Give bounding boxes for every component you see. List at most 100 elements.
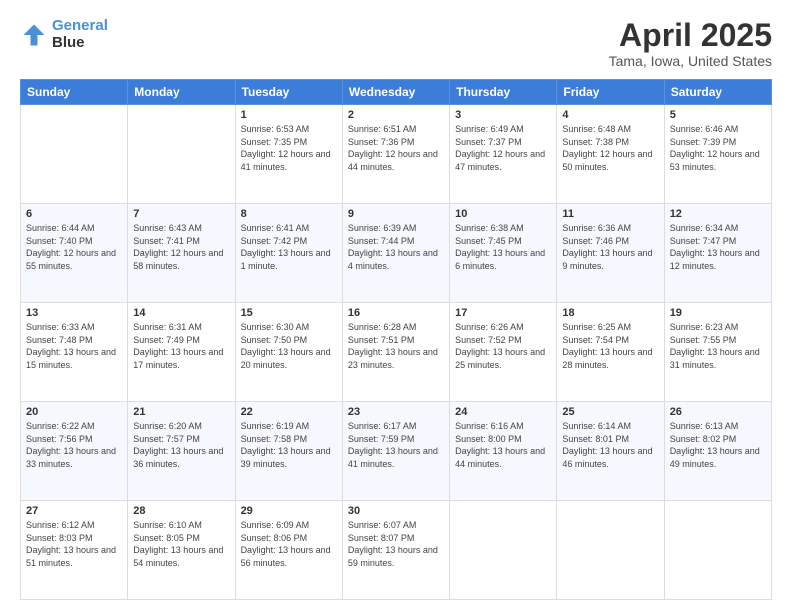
day-info: Sunrise: 6:44 AMSunset: 7:40 PMDaylight:… xyxy=(26,222,122,272)
col-monday: Monday xyxy=(128,80,235,105)
calendar-cell: 4 Sunrise: 6:48 AMSunset: 7:38 PMDayligh… xyxy=(557,105,664,204)
calendar-cell: 20 Sunrise: 6:22 AMSunset: 7:56 PMDaylig… xyxy=(21,402,128,501)
day-info: Sunrise: 6:13 AMSunset: 8:02 PMDaylight:… xyxy=(670,420,766,470)
calendar-cell: 22 Sunrise: 6:19 AMSunset: 7:58 PMDaylig… xyxy=(235,402,342,501)
calendar-week-4: 20 Sunrise: 6:22 AMSunset: 7:56 PMDaylig… xyxy=(21,402,772,501)
day-number: 7 xyxy=(133,208,229,220)
calendar-cell xyxy=(450,501,557,600)
day-info: Sunrise: 6:46 AMSunset: 7:39 PMDaylight:… xyxy=(670,123,766,173)
calendar-cell: 16 Sunrise: 6:28 AMSunset: 7:51 PMDaylig… xyxy=(342,303,449,402)
day-number: 6 xyxy=(26,208,122,220)
calendar-week-1: 1 Sunrise: 6:53 AMSunset: 7:35 PMDayligh… xyxy=(21,105,772,204)
calendar-cell: 27 Sunrise: 6:12 AMSunset: 8:03 PMDaylig… xyxy=(21,501,128,600)
day-info: Sunrise: 6:14 AMSunset: 8:01 PMDaylight:… xyxy=(562,420,658,470)
day-info: Sunrise: 6:33 AMSunset: 7:48 PMDaylight:… xyxy=(26,321,122,371)
day-number: 2 xyxy=(348,109,444,121)
day-info: Sunrise: 6:34 AMSunset: 7:47 PMDaylight:… xyxy=(670,222,766,272)
logo: General Blue xyxy=(20,18,108,51)
day-number: 21 xyxy=(133,406,229,418)
calendar-cell: 30 Sunrise: 6:07 AMSunset: 8:07 PMDaylig… xyxy=(342,501,449,600)
calendar-cell xyxy=(557,501,664,600)
day-number: 4 xyxy=(562,109,658,121)
col-sunday: Sunday xyxy=(21,80,128,105)
calendar-header-row: Sunday Monday Tuesday Wednesday Thursday… xyxy=(21,80,772,105)
day-number: 15 xyxy=(241,307,337,319)
calendar-cell: 10 Sunrise: 6:38 AMSunset: 7:45 PMDaylig… xyxy=(450,204,557,303)
day-info: Sunrise: 6:17 AMSunset: 7:59 PMDaylight:… xyxy=(348,420,444,470)
calendar-week-3: 13 Sunrise: 6:33 AMSunset: 7:48 PMDaylig… xyxy=(21,303,772,402)
day-number: 19 xyxy=(670,307,766,319)
day-info: Sunrise: 6:26 AMSunset: 7:52 PMDaylight:… xyxy=(455,321,551,371)
day-number: 9 xyxy=(348,208,444,220)
calendar-cell: 5 Sunrise: 6:46 AMSunset: 7:39 PMDayligh… xyxy=(664,105,771,204)
day-info: Sunrise: 6:28 AMSunset: 7:51 PMDaylight:… xyxy=(348,321,444,371)
col-thursday: Thursday xyxy=(450,80,557,105)
day-info: Sunrise: 6:53 AMSunset: 7:35 PMDaylight:… xyxy=(241,123,337,173)
calendar-cell: 2 Sunrise: 6:51 AMSunset: 7:36 PMDayligh… xyxy=(342,105,449,204)
day-number: 13 xyxy=(26,307,122,319)
day-number: 22 xyxy=(241,406,337,418)
main-title: April 2025 xyxy=(609,18,772,53)
subtitle: Tama, Iowa, United States xyxy=(609,53,772,69)
calendar-cell: 8 Sunrise: 6:41 AMSunset: 7:42 PMDayligh… xyxy=(235,204,342,303)
day-number: 14 xyxy=(133,307,229,319)
page: General Blue April 2025 Tama, Iowa, Unit… xyxy=(0,0,792,612)
day-info: Sunrise: 6:12 AMSunset: 8:03 PMDaylight:… xyxy=(26,519,122,569)
day-info: Sunrise: 6:16 AMSunset: 8:00 PMDaylight:… xyxy=(455,420,551,470)
col-friday: Friday xyxy=(557,80,664,105)
day-number: 11 xyxy=(562,208,658,220)
calendar-cell: 24 Sunrise: 6:16 AMSunset: 8:00 PMDaylig… xyxy=(450,402,557,501)
calendar-cell: 19 Sunrise: 6:23 AMSunset: 7:55 PMDaylig… xyxy=(664,303,771,402)
calendar-cell: 29 Sunrise: 6:09 AMSunset: 8:06 PMDaylig… xyxy=(235,501,342,600)
day-number: 12 xyxy=(670,208,766,220)
day-number: 25 xyxy=(562,406,658,418)
logo-icon xyxy=(20,21,48,49)
calendar-cell: 7 Sunrise: 6:43 AMSunset: 7:41 PMDayligh… xyxy=(128,204,235,303)
calendar-table: Sunday Monday Tuesday Wednesday Thursday… xyxy=(20,79,772,600)
day-info: Sunrise: 6:19 AMSunset: 7:58 PMDaylight:… xyxy=(241,420,337,470)
calendar-cell: 14 Sunrise: 6:31 AMSunset: 7:49 PMDaylig… xyxy=(128,303,235,402)
calendar-cell: 3 Sunrise: 6:49 AMSunset: 7:37 PMDayligh… xyxy=(450,105,557,204)
calendar-cell: 6 Sunrise: 6:44 AMSunset: 7:40 PMDayligh… xyxy=(21,204,128,303)
calendar-cell: 13 Sunrise: 6:33 AMSunset: 7:48 PMDaylig… xyxy=(21,303,128,402)
day-number: 26 xyxy=(670,406,766,418)
calendar-cell: 23 Sunrise: 6:17 AMSunset: 7:59 PMDaylig… xyxy=(342,402,449,501)
calendar-cell: 25 Sunrise: 6:14 AMSunset: 8:01 PMDaylig… xyxy=(557,402,664,501)
calendar-cell: 26 Sunrise: 6:13 AMSunset: 8:02 PMDaylig… xyxy=(664,402,771,501)
calendar-week-5: 27 Sunrise: 6:12 AMSunset: 8:03 PMDaylig… xyxy=(21,501,772,600)
day-info: Sunrise: 6:23 AMSunset: 7:55 PMDaylight:… xyxy=(670,321,766,371)
day-number: 27 xyxy=(26,505,122,517)
day-info: Sunrise: 6:39 AMSunset: 7:44 PMDaylight:… xyxy=(348,222,444,272)
day-number: 30 xyxy=(348,505,444,517)
day-number: 24 xyxy=(455,406,551,418)
day-number: 29 xyxy=(241,505,337,517)
day-info: Sunrise: 6:49 AMSunset: 7:37 PMDaylight:… xyxy=(455,123,551,173)
day-info: Sunrise: 6:30 AMSunset: 7:50 PMDaylight:… xyxy=(241,321,337,371)
day-number: 23 xyxy=(348,406,444,418)
day-info: Sunrise: 6:07 AMSunset: 8:07 PMDaylight:… xyxy=(348,519,444,569)
col-tuesday: Tuesday xyxy=(235,80,342,105)
day-number: 18 xyxy=(562,307,658,319)
calendar-cell: 17 Sunrise: 6:26 AMSunset: 7:52 PMDaylig… xyxy=(450,303,557,402)
calendar-cell xyxy=(21,105,128,204)
day-info: Sunrise: 6:41 AMSunset: 7:42 PMDaylight:… xyxy=(241,222,337,272)
day-info: Sunrise: 6:25 AMSunset: 7:54 PMDaylight:… xyxy=(562,321,658,371)
day-number: 28 xyxy=(133,505,229,517)
day-number: 8 xyxy=(241,208,337,220)
calendar-week-2: 6 Sunrise: 6:44 AMSunset: 7:40 PMDayligh… xyxy=(21,204,772,303)
day-info: Sunrise: 6:31 AMSunset: 7:49 PMDaylight:… xyxy=(133,321,229,371)
day-info: Sunrise: 6:22 AMSunset: 7:56 PMDaylight:… xyxy=(26,420,122,470)
day-info: Sunrise: 6:20 AMSunset: 7:57 PMDaylight:… xyxy=(133,420,229,470)
calendar-cell xyxy=(128,105,235,204)
title-block: April 2025 Tama, Iowa, United States xyxy=(609,18,772,69)
col-wednesday: Wednesday xyxy=(342,80,449,105)
day-info: Sunrise: 6:43 AMSunset: 7:41 PMDaylight:… xyxy=(133,222,229,272)
calendar-cell: 12 Sunrise: 6:34 AMSunset: 7:47 PMDaylig… xyxy=(664,204,771,303)
calendar-cell: 11 Sunrise: 6:36 AMSunset: 7:46 PMDaylig… xyxy=(557,204,664,303)
calendar-cell: 1 Sunrise: 6:53 AMSunset: 7:35 PMDayligh… xyxy=(235,105,342,204)
calendar-cell: 18 Sunrise: 6:25 AMSunset: 7:54 PMDaylig… xyxy=(557,303,664,402)
day-info: Sunrise: 6:10 AMSunset: 8:05 PMDaylight:… xyxy=(133,519,229,569)
day-number: 20 xyxy=(26,406,122,418)
header: General Blue April 2025 Tama, Iowa, Unit… xyxy=(20,18,772,69)
day-info: Sunrise: 6:38 AMSunset: 7:45 PMDaylight:… xyxy=(455,222,551,272)
